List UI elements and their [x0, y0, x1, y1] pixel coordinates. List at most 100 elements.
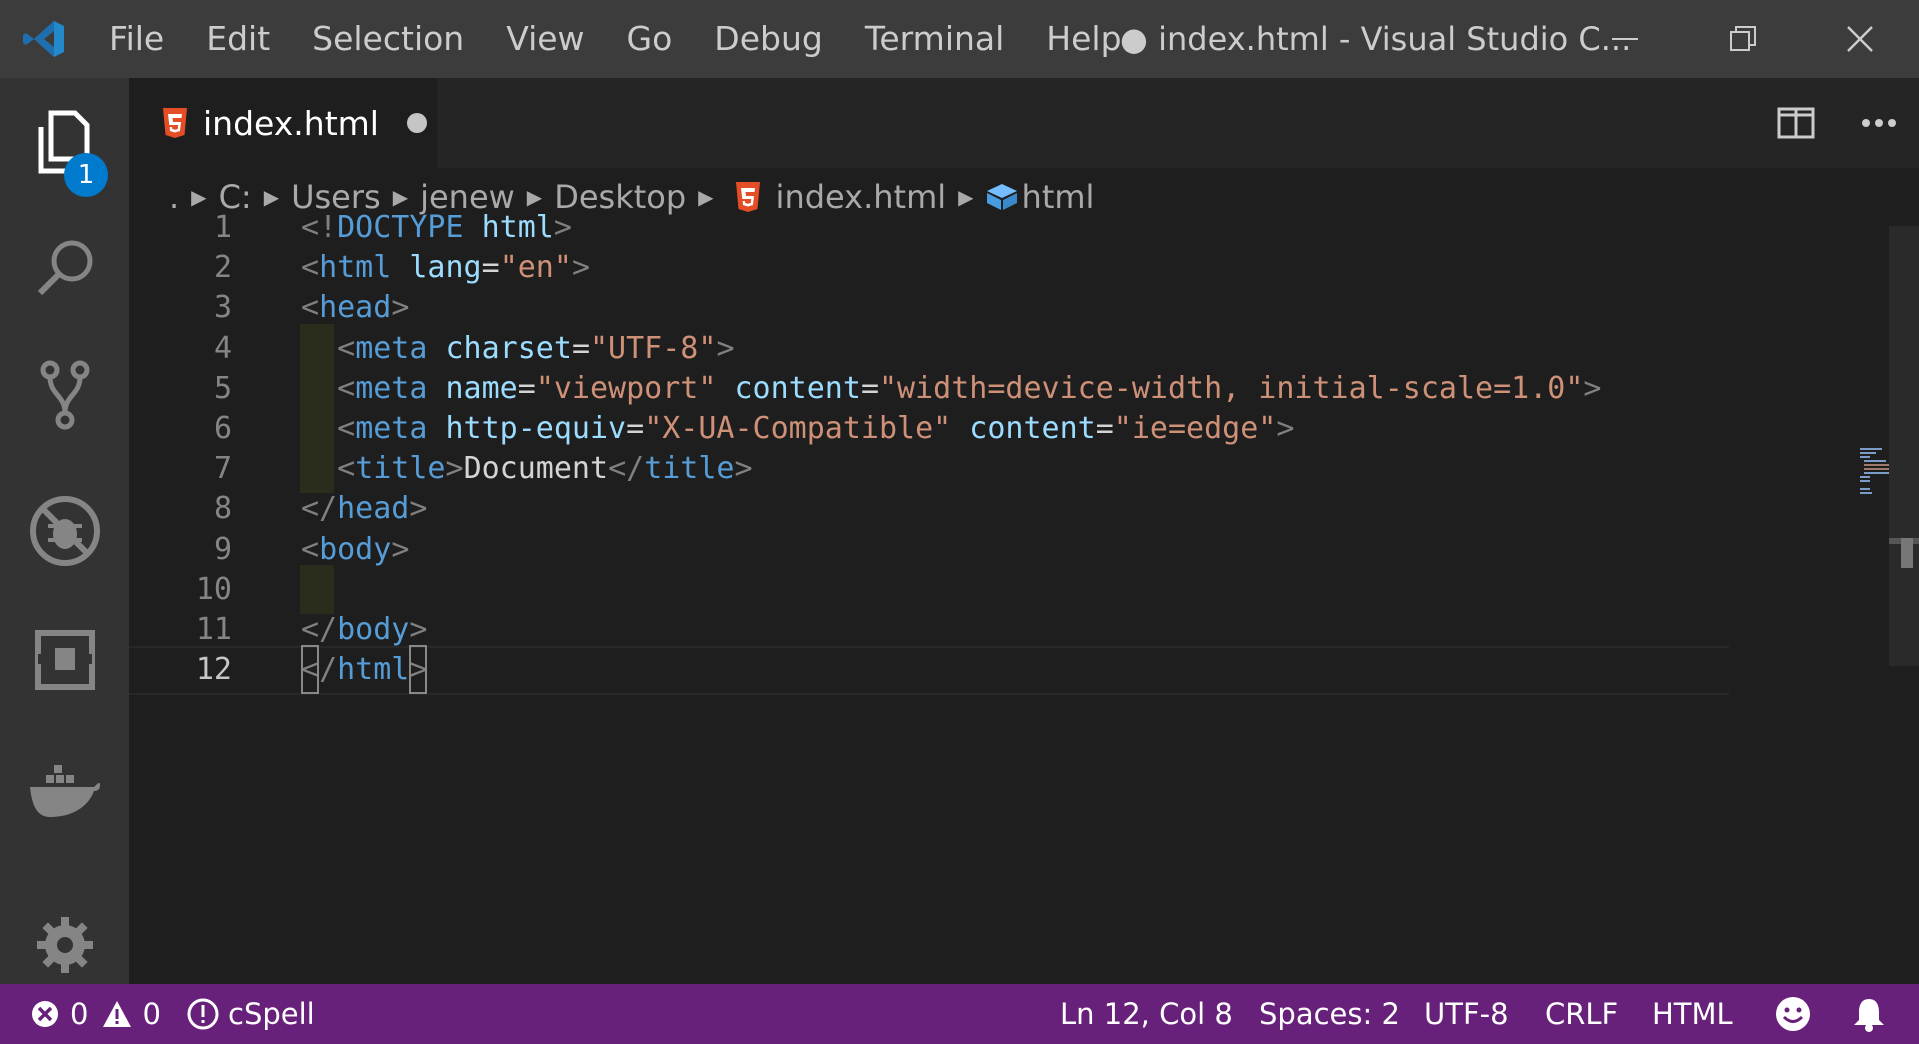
close-icon [1847, 26, 1873, 52]
scrollbar-cursor-marker [1901, 538, 1913, 568]
code-text: </html> [301, 645, 428, 695]
code-token: content [734, 370, 861, 406]
code-token: body [337, 612, 410, 647]
menu-go[interactable]: Go [606, 0, 694, 78]
cspell-label: cSpell [228, 997, 315, 1031]
explorer-button[interactable]: 1 [0, 87, 129, 197]
code-token: = [626, 411, 645, 446]
status-bar: 0 0 cSpell Ln 12, Col 8 Spaces: 2 UTF-8 … [0, 984, 1919, 1044]
line-number: 12 [195, 652, 232, 688]
menu-terminal[interactable]: Terminal [844, 0, 1025, 78]
docker-button[interactable] [0, 736, 129, 846]
code-token: <! [301, 210, 338, 245]
code-token: "UTF-8" [590, 330, 717, 366]
source-control-button[interactable] [0, 340, 129, 450]
explorer-badge: 1 [64, 153, 108, 197]
error-count: 0 [70, 997, 89, 1031]
extensions-icon [34, 630, 95, 690]
bell-icon [1854, 999, 1884, 1032]
code-token: > [553, 210, 572, 245]
notifications-button[interactable] [1852, 984, 1886, 1044]
menu-selection[interactable]: Selection [291, 0, 485, 78]
code-token: "en" [499, 250, 572, 286]
feedback-button[interactable] [1774, 984, 1812, 1044]
debug-icon [29, 496, 100, 566]
language-mode[interactable]: HTML [1652, 984, 1733, 1044]
problems-status[interactable]: 0 0 [30, 984, 161, 1044]
docker-icon [29, 765, 100, 817]
code-token: lang [409, 250, 482, 286]
cspell-status[interactable]: cSpell [186, 984, 315, 1044]
code-token: meta [355, 411, 428, 446]
code-token: meta [355, 370, 428, 406]
code-token: > [716, 330, 735, 366]
unsaved-dot-icon[interactable] [406, 113, 427, 133]
code-line[interactable]: 12 </html> [129, 645, 1729, 695]
search-button[interactable] [0, 213, 129, 323]
menu-edit[interactable]: Edit [185, 0, 291, 78]
gear-icon [36, 917, 93, 973]
code-token: content [969, 411, 1096, 446]
minimize-button[interactable] [1566, 0, 1684, 78]
more-actions-button[interactable] [1854, 100, 1904, 146]
source-control-icon [40, 360, 89, 430]
warning-count: 0 [142, 997, 161, 1031]
code-token: > [1276, 411, 1295, 446]
code-token: http-equiv [445, 411, 627, 446]
error-icon [32, 1001, 58, 1027]
tab-index-html[interactable]: index.html [129, 78, 437, 168]
code-token: </ [608, 451, 645, 487]
code-token: body [319, 531, 392, 567]
code-token: < [301, 250, 320, 286]
code-token: > [571, 250, 590, 286]
menu-bar: File Edit Selection View Go Debug Termin… [88, 0, 1143, 78]
code-token: html [319, 250, 392, 286]
code-editor[interactable]: 1 <!DOCTYPE html> 2 <html lang="en"> 3 <head>… [129, 210, 1919, 984]
code-token: = [571, 330, 590, 366]
code-token: html [337, 652, 410, 688]
tab-label: index.html [203, 103, 379, 143]
split-editor-button[interactable] [1772, 100, 1820, 146]
code-token: title [355, 451, 446, 487]
extensions-button[interactable] [0, 605, 129, 715]
code-token: html [481, 210, 554, 245]
ellipsis-icon [1862, 119, 1896, 127]
code-token: > [1583, 370, 1602, 406]
smiley-icon [1776, 997, 1810, 1031]
code-token: "X-UA-Compatible" [644, 411, 952, 446]
search-icon [37, 240, 92, 296]
menu-debug[interactable]: Debug [693, 0, 844, 78]
code-token: "ie=edge" [1113, 411, 1277, 446]
code-token: > [409, 491, 428, 527]
code-token: </ [301, 612, 338, 647]
code-token: > [391, 531, 410, 567]
window-title: ● index.html - Visual Studio C... [1120, 20, 1632, 58]
scrollbar-thumb[interactable] [1889, 226, 1919, 666]
restore-button[interactable] [1684, 0, 1802, 78]
eol-status[interactable]: CRLF [1545, 984, 1618, 1044]
code-token: < [301, 645, 320, 695]
debug-button[interactable] [0, 476, 129, 586]
encoding-status[interactable]: UTF-8 [1424, 984, 1509, 1044]
tabs-bar: index.html [129, 78, 1919, 168]
indentation-status[interactable]: Spaces: 2 [1259, 984, 1400, 1044]
menu-file[interactable]: File [88, 0, 185, 78]
activity-bar: 1 [0, 78, 129, 984]
alert-circle-icon [187, 998, 219, 1030]
close-window-button[interactable] [1801, 0, 1919, 78]
code-token: < [337, 451, 356, 487]
split-editor-icon [1777, 107, 1815, 139]
code-token: = [481, 250, 500, 286]
code-token: < [337, 411, 356, 446]
code-token: = [1095, 411, 1114, 446]
code-token: < [301, 531, 320, 567]
menu-view[interactable]: View [485, 0, 605, 78]
cursor-position[interactable]: Ln 12, Col 8 [1060, 984, 1233, 1044]
code-token: > [734, 451, 753, 487]
